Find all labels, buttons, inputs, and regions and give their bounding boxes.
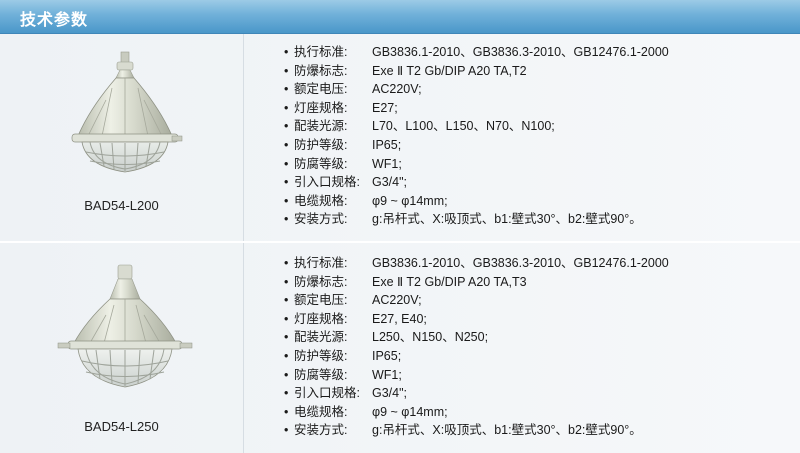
spec-protection-grade: • 防护等级: IP65; [284, 348, 402, 363]
explosion-proof-lamp-image [71, 51, 183, 173]
spec-light-source: • 配装光源: L70、L100、L150、N70、N100; [284, 119, 555, 134]
column-divider [243, 34, 244, 241]
product-model: BAD54-L250 [84, 419, 159, 434]
product-panel-2: BAD54-L250 • 执行标准: GB3836.1-2010、GB3836.3-… [0, 243, 800, 453]
spec-cable-size: • 电缆规格: φ9 ~ φ14mm; [284, 404, 448, 419]
spec-standard: • 执行标准: GB3836.1-2010、GB3836.3-2010、GB1247… [284, 45, 669, 59]
spec-cable-size: • 电缆规格: φ9 ~ φ14mm; [284, 193, 448, 208]
spec-list: • 执行标准: GB3836.1-2010、GB3836.3-2010、GB1247… [284, 254, 669, 440]
spec-anticorrosion-grade: • 防腐等级: WF1; [284, 156, 402, 171]
spec-installation: • 安装方式: g:吊杆式、X:吸顶式、b1:壁式30°、b2:壁式90°。 [284, 212, 642, 227]
spec-anticorrosion-grade: • 防腐等级: WF1; [284, 367, 402, 382]
spec-lamp-holder: • 灯座规格: E27, E40; [284, 311, 427, 326]
spec-explosion-mark: • 防爆标志: Exe Ⅱ T2 Gb/DIP A20 TA,T2 [284, 63, 527, 78]
explosion-proof-lamp-image [57, 264, 193, 388]
spec-entry-size: • 引入口规格: G3/4"; [284, 175, 408, 190]
spec-protection-grade: • 防护等级: IP65; [284, 137, 402, 152]
spec-rated-voltage: • 额定电压: AC220V; [284, 82, 422, 97]
spec-rated-voltage: • 额定电压: AC220V; [284, 293, 422, 308]
section-header: 技术参数 [0, 0, 800, 34]
product-model: BAD54-L200 [84, 198, 159, 213]
product-panel-1: BAD54-L200 • 执行标准: GB3836.1-2010、GB3836.3-… [0, 34, 800, 241]
spec-list: • 执行标准: GB3836.1-2010、GB3836.3-2010、GB1247… [284, 43, 669, 229]
column-divider [243, 243, 244, 453]
spec-entry-size: • 引入口规格: G3/4"; [284, 386, 408, 401]
spec-light-source: • 配装光源: L250、N150、N250; [284, 330, 489, 345]
section-title: 技术参数 [20, 12, 89, 29]
spec-explosion-mark: • 防爆标志: Exe Ⅱ T2 Gb/DIP A20 TA,T3 [284, 274, 527, 289]
spec-installation: • 安装方式: g:吊杆式、X:吸顶式、b1:壁式30°、b2:壁式90°。 [284, 423, 642, 438]
spec-lamp-holder: • 灯座规格: E27; [284, 100, 398, 115]
spec-standard: • 执行标准: GB3836.1-2010、GB3836.3-2010、GB1247… [284, 256, 669, 270]
